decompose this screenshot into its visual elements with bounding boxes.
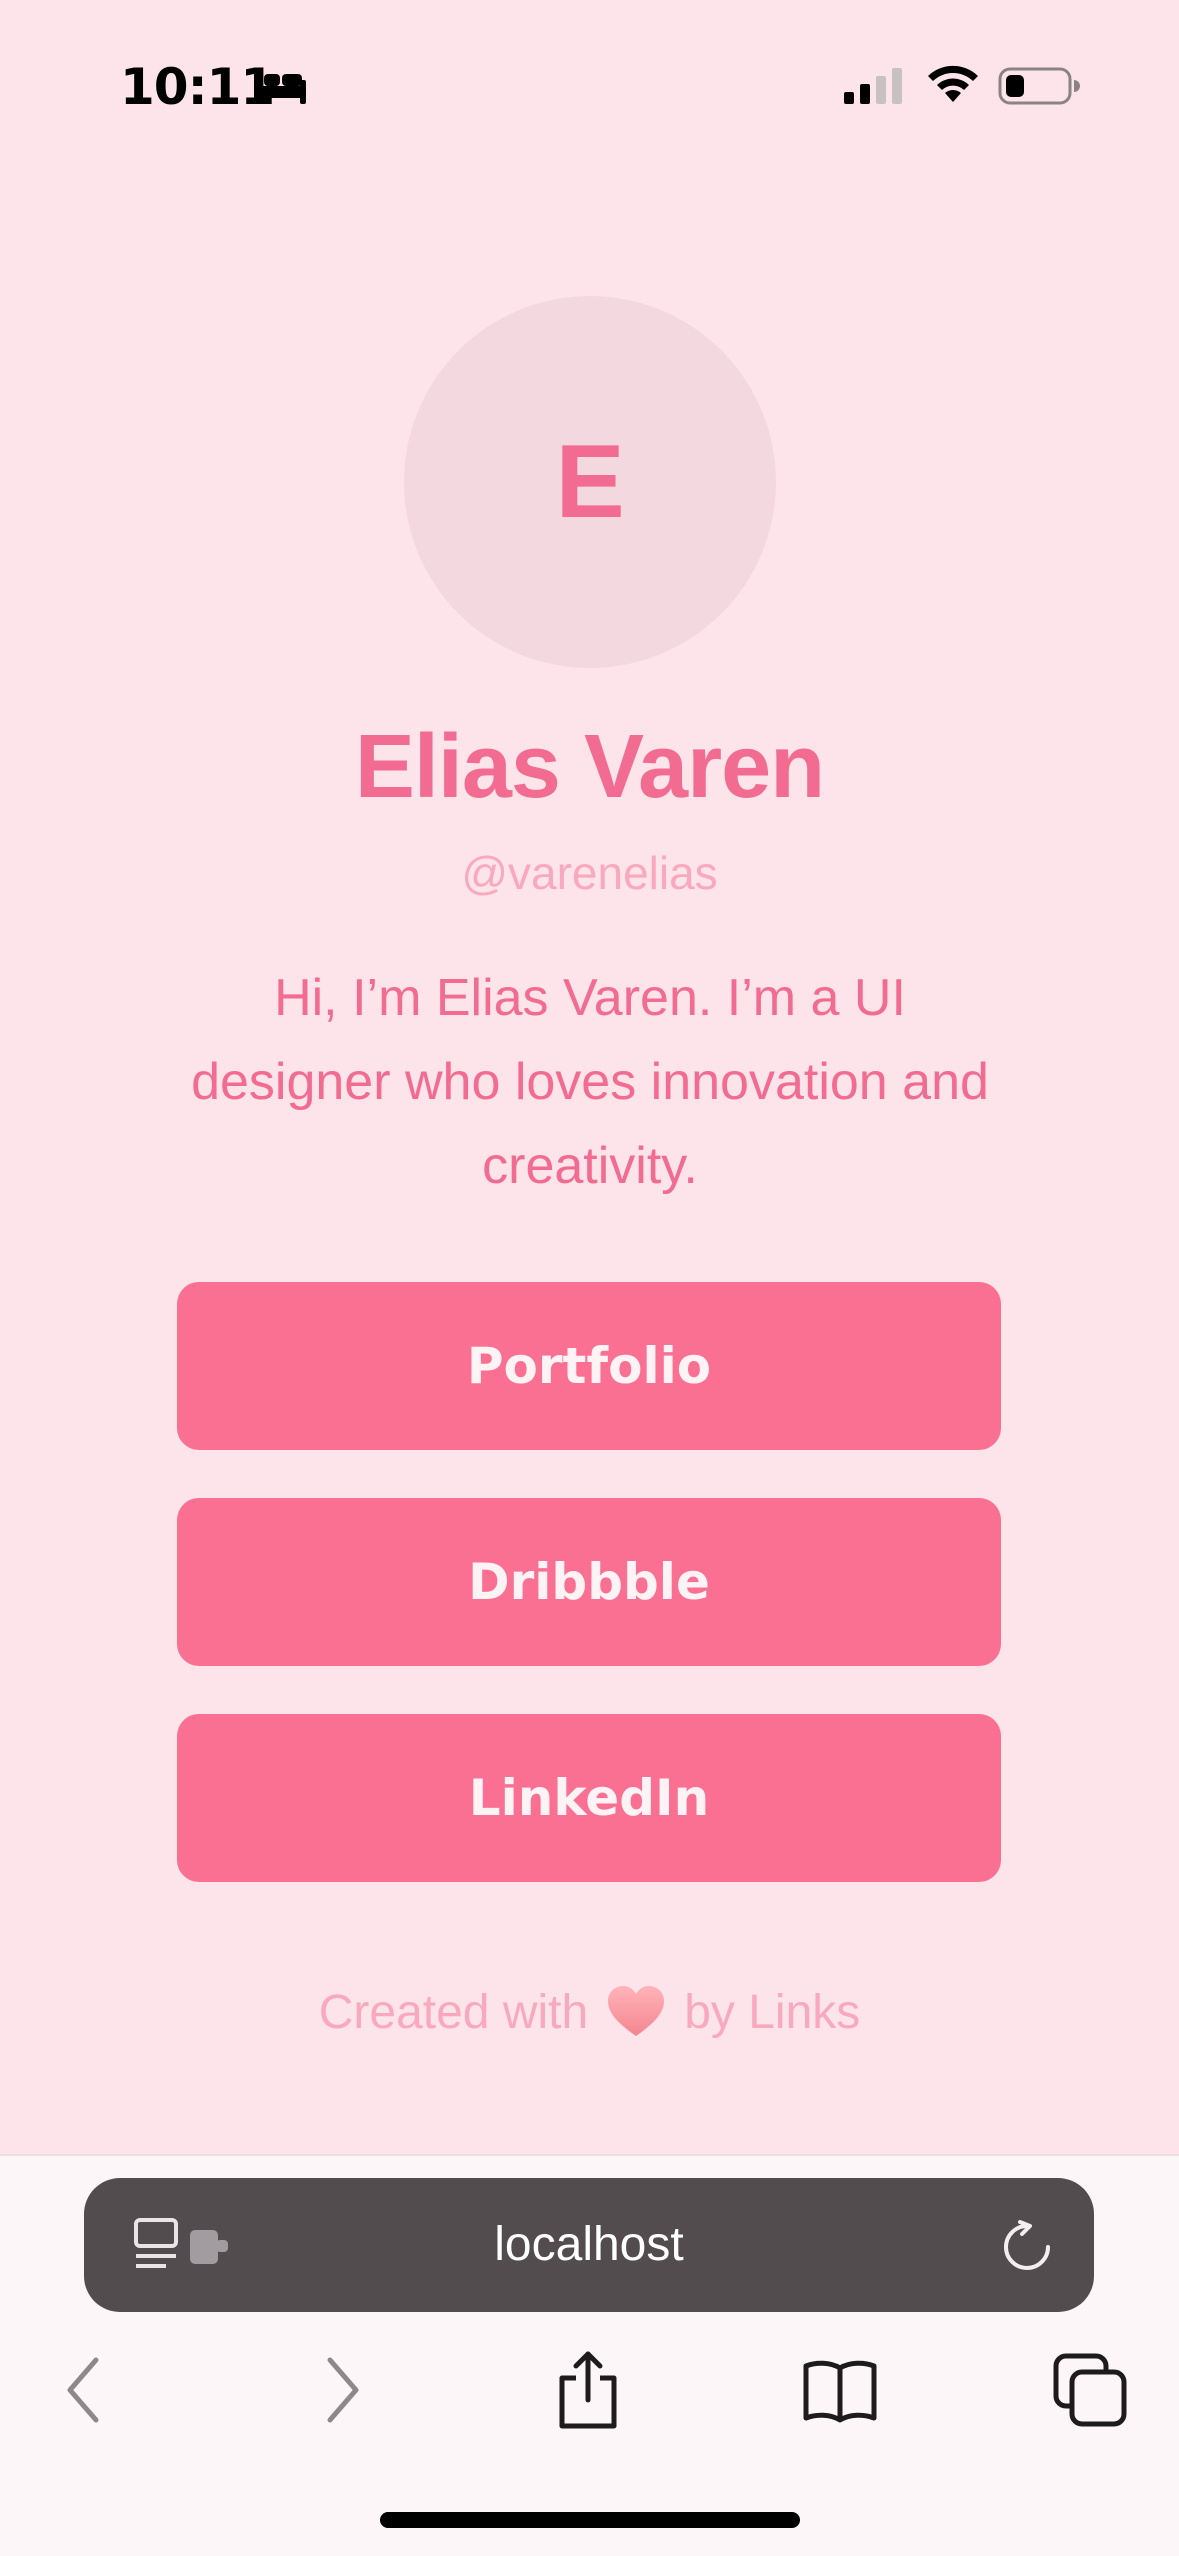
bookmarks-icon[interactable] — [800, 2350, 880, 2430]
address-text[interactable]: localhost — [84, 2178, 1094, 2312]
profile-bio: Hi, I’m Elias Varen. I’m a UI designer w… — [191, 969, 989, 1195]
linkedin-link-button[interactable]: LinkedIn — [177, 1714, 1001, 1882]
bed-icon — [254, 68, 306, 104]
back-icon[interactable] — [46, 2350, 126, 2430]
profile-handle: @varenelias — [461, 847, 718, 899]
forward-icon[interactable] — [300, 2350, 380, 2430]
link-button-label: Portfolio — [466, 1337, 712, 1395]
address-bar[interactable]: localhost — [84, 2178, 1094, 2312]
tabs-icon[interactable] — [1050, 2350, 1130, 2430]
portfolio-link-button[interactable]: Portfolio — [177, 1282, 1001, 1450]
avatar: E — [404, 296, 776, 668]
link-button-label: LinkedIn — [468, 1769, 710, 1827]
share-icon[interactable] — [548, 2350, 628, 2430]
footer-prefix: Created with — [318, 1985, 589, 2039]
link-button-label: Dribbble — [468, 1553, 710, 1611]
home-indicator[interactable] — [380, 2512, 800, 2528]
footer-credit[interactable]: Created with by Links — [0, 1984, 1179, 2040]
status-bar: 10:11 — [0, 0, 1179, 170]
battery-icon — [998, 67, 1080, 105]
screen: 10:11 E Elias Varen @varenelias Hi, I’m … — [0, 0, 1179, 2556]
dribbble-link-button[interactable]: Dribbble — [177, 1498, 1001, 1666]
wifi-icon — [928, 65, 978, 102]
avatar-initial: E — [555, 423, 625, 540]
profile-name: Elias Varen — [354, 717, 825, 817]
cellular-signal-icon — [844, 68, 902, 104]
reload-icon[interactable] — [1000, 2220, 1054, 2274]
heart-icon — [608, 1986, 665, 2036]
footer-suffix: by Links — [684, 1985, 861, 2039]
